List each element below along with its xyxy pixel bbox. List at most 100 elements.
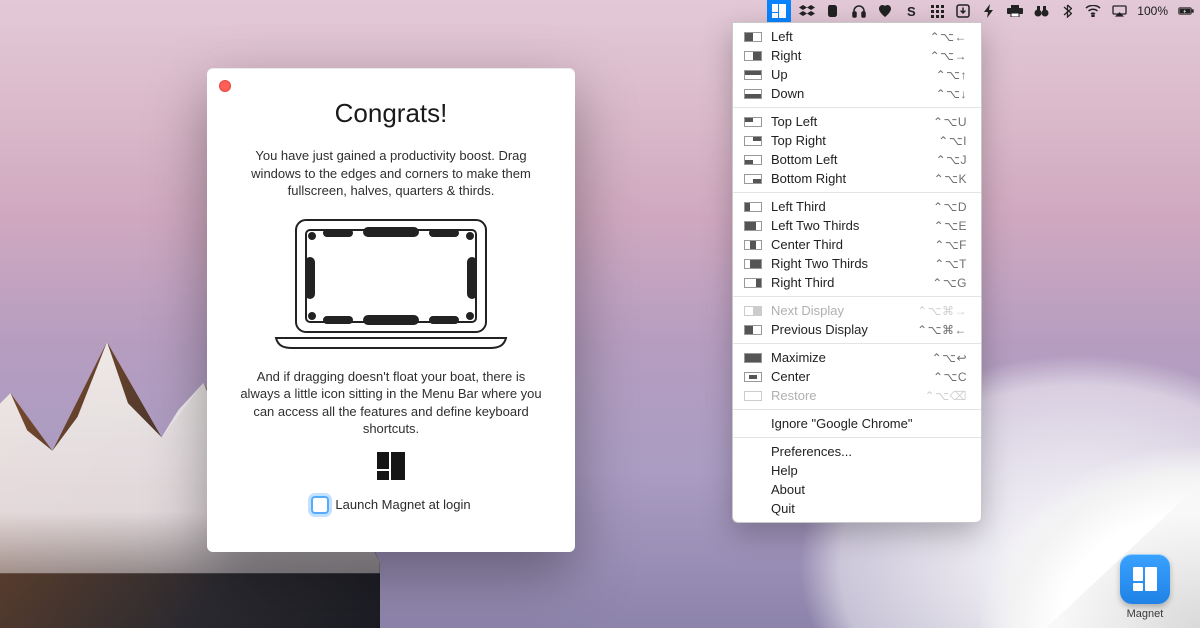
menu-item[interactable]: Ignore "Google Chrome" — [733, 414, 981, 433]
window-position-glyph — [743, 136, 763, 146]
menu-item[interactable]: Left Two Thirds ⌃⌥E — [733, 216, 981, 235]
menu-item-label: Quit — [771, 501, 967, 516]
evernote-icon[interactable] — [825, 3, 841, 19]
window-position-glyph — [743, 372, 763, 382]
menu-item-label: Center — [771, 369, 933, 384]
menu-separator — [733, 107, 981, 108]
menu-item[interactable]: Previous Display ⌃⌥⌘← — [733, 320, 981, 339]
launch-at-login-checkbox[interactable] — [311, 496, 329, 514]
menu-item-label: Previous Display — [771, 322, 917, 337]
magnet-menubar-icon[interactable] — [767, 0, 791, 22]
menu-item-label: Left — [771, 29, 930, 44]
menu-separator — [733, 192, 981, 193]
menu-item[interactable]: Center ⌃⌥C — [733, 367, 981, 386]
window-close-button[interactable] — [219, 80, 231, 92]
menu-item-shortcut: ⌃⌥U — [933, 115, 967, 129]
menu-item-shortcut: ⌃⌥K — [934, 172, 967, 186]
window-paragraph-2: And if dragging doesn't float your boat,… — [236, 368, 546, 438]
menu-item-label: Left Third — [771, 199, 933, 214]
menu-item[interactable]: Right Two Thirds ⌃⌥T — [733, 254, 981, 273]
menu-item: Restore ⌃⌥⌫ — [733, 386, 981, 405]
menu-item[interactable]: Right ⌃⌥→ — [733, 46, 981, 65]
menu-item-label: Right — [771, 48, 930, 63]
menu-item-shortcut: ⌃⌥J — [936, 153, 967, 167]
grid-icon[interactable] — [929, 3, 945, 19]
window-position-glyph — [743, 89, 763, 99]
menu-item[interactable]: Help — [733, 461, 981, 480]
menu-item[interactable]: Preferences... — [733, 442, 981, 461]
printer-icon[interactable] — [1007, 3, 1023, 19]
dock-app-magnet[interactable]: Magnet — [1120, 554, 1170, 620]
wifi-icon[interactable] — [1085, 3, 1101, 19]
menu-separator — [733, 343, 981, 344]
window-position-glyph — [743, 391, 763, 401]
menu-item-shortcut: ⌃⌥⌘→ — [917, 304, 967, 318]
menu-item-label: Right Third — [771, 275, 932, 290]
menu-item[interactable]: Left ⌃⌥← — [733, 27, 981, 46]
menu-item[interactable]: Bottom Right ⌃⌥K — [733, 169, 981, 188]
menu-item-label: Top Right — [771, 133, 938, 148]
menubar: S 100% — [0, 0, 1200, 22]
menu-item[interactable]: Bottom Left ⌃⌥J — [733, 150, 981, 169]
menu-item[interactable]: Quit — [733, 499, 981, 518]
menu-item[interactable]: Down ⌃⌥↓ — [733, 84, 981, 103]
window-position-glyph — [743, 353, 763, 363]
menu-item-label: About — [771, 482, 967, 497]
menu-item-shortcut: ⌃⌥G — [932, 276, 967, 290]
heart-icon[interactable] — [877, 3, 893, 19]
menu-item-label: Restore — [771, 388, 925, 403]
menu-separator — [733, 296, 981, 297]
menu-item-shortcut: ⌃⌥↑ — [936, 68, 967, 82]
menu-item-label: Top Left — [771, 114, 933, 129]
battery-icon[interactable] — [1178, 3, 1194, 19]
window-paragraph-1: You have just gained a productivity boos… — [236, 147, 546, 200]
menu-item-label: Down — [771, 86, 936, 101]
menu-item[interactable]: About — [733, 480, 981, 499]
menu-item[interactable]: Up ⌃⌥↑ — [733, 65, 981, 84]
launch-at-login-row[interactable]: Launch Magnet at login — [235, 496, 547, 514]
dropbox-icon[interactable] — [799, 3, 815, 19]
menu-item-shortcut: ⌃⌥C — [933, 370, 967, 384]
window-position-glyph — [743, 221, 763, 231]
airplay-icon[interactable] — [1111, 3, 1127, 19]
window-position-glyph — [743, 278, 763, 288]
dock-app-label: Magnet — [1127, 608, 1164, 620]
headphones-icon[interactable] — [851, 3, 867, 19]
magnet-app-icon[interactable] — [1120, 554, 1170, 604]
menu-item[interactable]: Left Third ⌃⌥D — [733, 197, 981, 216]
window-title: Congrats! — [235, 98, 547, 129]
window-position-glyph — [743, 325, 763, 335]
bolt-icon[interactable] — [981, 3, 997, 19]
menu-item[interactable]: Top Right ⌃⌥I — [733, 131, 981, 150]
onboarding-window: Congrats! You have just gained a product… — [207, 68, 575, 552]
menu-item-shortcut: ⌃⌥D — [933, 200, 967, 214]
menu-item-label: Up — [771, 67, 936, 82]
window-position-glyph — [743, 174, 763, 184]
menubar-tray: S 100% — [767, 0, 1194, 22]
window-position-glyph — [743, 240, 763, 250]
menu-item-label: Maximize — [771, 350, 932, 365]
menu-item-shortcut: ⌃⌥→ — [930, 49, 967, 63]
menu-item: Next Display ⌃⌥⌘→ — [733, 301, 981, 320]
menu-item-shortcut: ⌃⌥T — [934, 257, 967, 271]
download-icon[interactable] — [955, 3, 971, 19]
menu-item-shortcut: ⌃⌥⌘← — [917, 323, 967, 337]
binoculars-icon[interactable] — [1033, 3, 1049, 19]
battery-percent: 100% — [1137, 4, 1168, 18]
menu-item-label: Next Display — [771, 303, 917, 318]
s-icon[interactable]: S — [903, 3, 919, 19]
menu-item-shortcut: ⌃⌥↩ — [932, 351, 967, 365]
window-position-glyph — [743, 155, 763, 165]
bluetooth-icon[interactable] — [1059, 3, 1075, 19]
menu-item[interactable]: Top Left ⌃⌥U — [733, 112, 981, 131]
menu-item[interactable]: Maximize ⌃⌥↩ — [733, 348, 981, 367]
window-position-glyph — [743, 70, 763, 80]
menu-item-label: Right Two Thirds — [771, 256, 934, 271]
menu-item[interactable]: Center Third ⌃⌥F — [733, 235, 981, 254]
magnet-dropdown-menu: Left ⌃⌥← Right ⌃⌥→ Up ⌃⌥↑ Down ⌃⌥↓ Top L… — [732, 22, 982, 523]
menu-item-label: Center Third — [771, 237, 934, 252]
menu-item[interactable]: Right Third ⌃⌥G — [733, 273, 981, 292]
menu-item-shortcut: ⌃⌥⌫ — [925, 389, 967, 403]
window-position-glyph — [743, 51, 763, 61]
menu-item-label: Bottom Left — [771, 152, 936, 167]
